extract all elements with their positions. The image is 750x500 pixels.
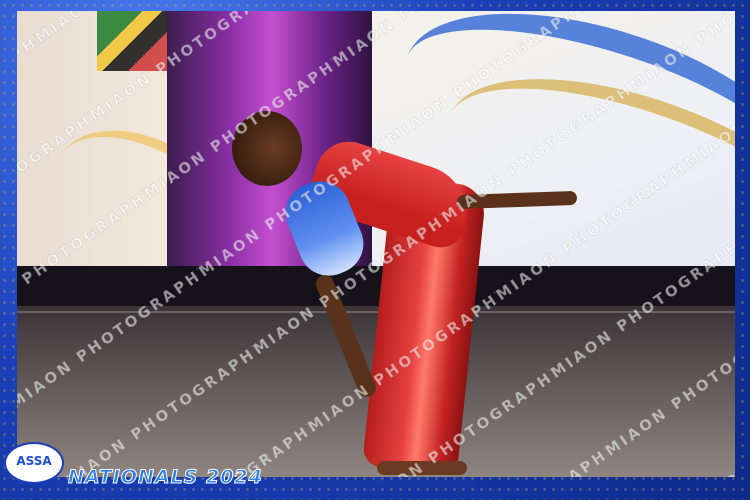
photographer-watermark: MIAON PHOTOGRAPHY — [17, 11, 735, 477]
logo-text: ASSA — [16, 454, 52, 468]
assa-logo: ASSA — [6, 444, 62, 482]
event-caption: NATIONALS 2024 — [68, 466, 263, 489]
dance-photo: MIAON PHOTOGRAPHY — [17, 11, 735, 477]
